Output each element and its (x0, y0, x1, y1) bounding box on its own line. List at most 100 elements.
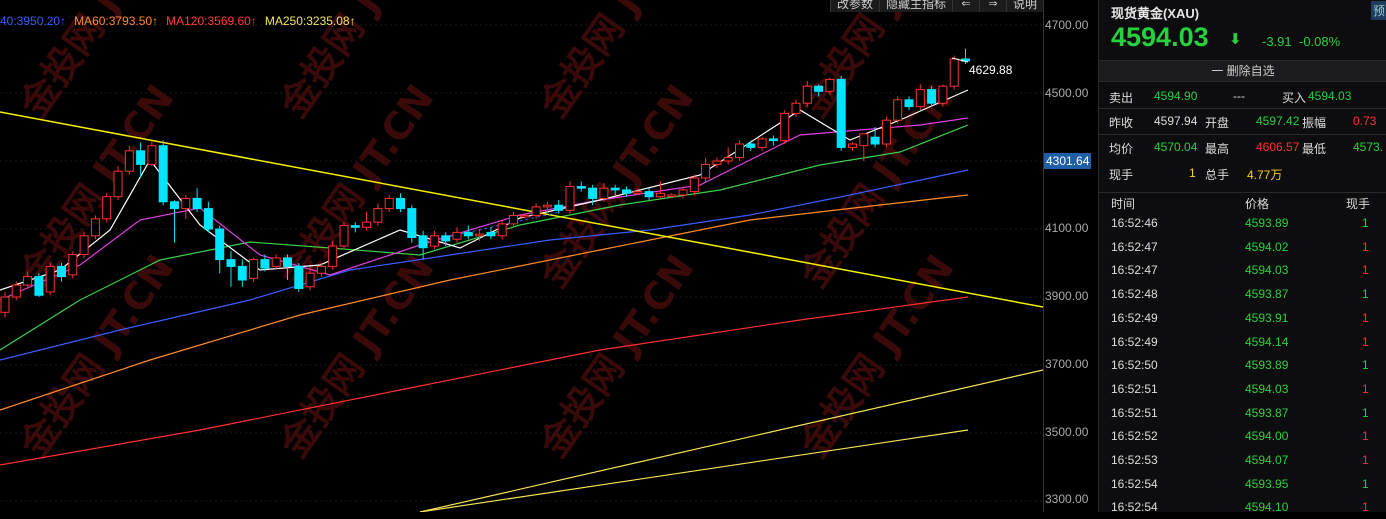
candle-down (836, 78, 846, 148)
help-button[interactable]: 说明 (1005, 0, 1043, 12)
trade-price: 4594.03 (1245, 263, 1289, 278)
candle-down (226, 259, 236, 267)
candle-up (633, 191, 643, 194)
trade-volume: 1 (1362, 239, 1369, 254)
candle-down (588, 187, 598, 199)
trade-price: 4594.03 (1245, 381, 1289, 396)
candle-up (23, 276, 33, 286)
ma250-legend: MA250:3235.08↑ (264, 14, 356, 28)
candle-up (90, 218, 100, 237)
candle-down (192, 197, 202, 210)
time-header: 时间 (1111, 197, 1136, 211)
trade-volume: 1 (1362, 500, 1369, 515)
candle-up (68, 254, 78, 276)
candle-down (463, 231, 473, 237)
candle-up (667, 194, 677, 197)
quote-row: 均价 4570.04 最高 4606.57 最低 4573. (1099, 135, 1386, 159)
candle-up (565, 186, 575, 211)
ma250-line (419, 369, 1043, 512)
candle-up (475, 233, 485, 237)
candle-down (418, 235, 428, 249)
candle-up (735, 143, 744, 159)
trade-list-header: 时间 价格 现手 (1099, 193, 1386, 211)
quote-label: 最高 (1205, 142, 1230, 156)
candle-down (396, 197, 405, 210)
quote-label: 均价 (1109, 142, 1134, 156)
trade-row: 16:52:48 4593.87 1 (1099, 283, 1386, 306)
forecast-button[interactable]: 预 (1370, 1, 1386, 20)
candle-down (283, 257, 292, 267)
candle-up (701, 163, 711, 179)
edit-params-button[interactable]: 改参数 (829, 0, 879, 12)
candle-up (859, 133, 869, 147)
trade-row: 16:52:50 4593.89 1 (1099, 354, 1386, 377)
divider (1099, 108, 1386, 109)
quote-label: 卖出 (1109, 91, 1134, 105)
candle-down (215, 228, 225, 261)
candle-up (893, 99, 903, 121)
trade-volume: 1 (1362, 429, 1369, 444)
candle-up (689, 177, 699, 193)
quote-label: 开盘 (1205, 116, 1230, 130)
candle-down (407, 208, 417, 239)
candle-up (938, 85, 948, 104)
trade-volume: 1 (1362, 216, 1369, 230)
quote-label: 昨收 (1109, 116, 1134, 130)
candle-up (542, 204, 552, 208)
candle-up (45, 265, 55, 293)
trade-row: 16:52:51 4593.87 1 (1099, 402, 1386, 425)
remove-watchlist-button[interactable]: 一 删除自选 (1099, 60, 1386, 82)
trade-time: 16:52:47 (1111, 239, 1158, 254)
hide-indicator-button[interactable]: 隐藏主指标 (878, 0, 952, 12)
trade-volume: 1 (1362, 381, 1369, 396)
candle-up (181, 197, 191, 210)
quote-panel: 现货黄金(XAU) 预 4594.03 ⬇ -3.91 -0.08% 一 删除自… (1098, 0, 1386, 514)
trade-row: 16:52:52 4594.00 1 (1099, 425, 1386, 448)
price-axis: 4700.00 4500.00 4100.00 3900.00 3700.00 … (1043, 0, 1099, 512)
quote-value: 4597.94 (1154, 114, 1198, 128)
trade-volume: 1 (1362, 453, 1369, 467)
candle-up (79, 235, 89, 256)
trade-time: 16:52:46 (1111, 216, 1158, 230)
trade-row: 16:52:51 4594.03 1 (1099, 378, 1386, 401)
price-tick: 4500.00 (1045, 86, 1089, 100)
candle-down (57, 265, 66, 278)
kline-chart-area[interactable]: 金投网 JT.CN 金投网 JT.CN 金投网 JT.CN 金投网 JT.CN 金投网 … (0, 0, 1043, 512)
kline-chart[interactable]: 金投网 JT.CN 金投网 JT.CN 金投网 JT.CN 金投网 JT.CN金投网 … (0, 0, 1043, 512)
trade-time: 16:52:50 (1111, 358, 1158, 373)
candle-up (249, 259, 259, 279)
candle-down (768, 138, 778, 142)
quote-value: 1 (1189, 166, 1196, 180)
trade-volume: 1 (1362, 358, 1369, 373)
trade-price: 4593.95 (1245, 476, 1289, 491)
trade-volume: 1 (1362, 263, 1369, 278)
trade-time: 16:52:52 (1111, 429, 1158, 444)
candle-up (102, 196, 112, 220)
candle-up (723, 157, 733, 162)
trade-row: 16:52:53 4594.07 1 (1099, 449, 1386, 472)
quote-label: 最低 (1302, 142, 1327, 156)
price-tick: 3700.00 (1045, 357, 1089, 371)
candle-down (350, 225, 360, 228)
trade-time: 16:52:48 (1111, 287, 1158, 302)
candle-down (158, 145, 168, 203)
arrow-left-icon[interactable]: ⇐ (951, 0, 979, 12)
price-tick: 3300.00 (1045, 492, 1089, 506)
ma120-legend: MA120:3569.60↑ (166, 14, 257, 28)
trade-row: 16:52:54 4594.10 1 (1099, 496, 1386, 519)
candle-up (791, 102, 801, 114)
candle-up (339, 225, 349, 247)
candle-up (305, 272, 315, 288)
candle-down (746, 143, 756, 148)
quote-value: 4597.42 (1256, 114, 1300, 128)
quote-value: 4573. (1353, 140, 1384, 154)
candle-down (237, 265, 247, 281)
trade-time: 16:52:51 (1111, 381, 1158, 396)
trade-time: 16:52:49 (1111, 310, 1158, 325)
arrow-right-icon[interactable]: ⇒ (978, 0, 1006, 12)
candle-up (147, 145, 157, 165)
candle-up (712, 160, 722, 165)
trade-time: 16:52:47 (1111, 263, 1158, 278)
candle-up (316, 265, 326, 274)
candle-up (531, 206, 541, 216)
